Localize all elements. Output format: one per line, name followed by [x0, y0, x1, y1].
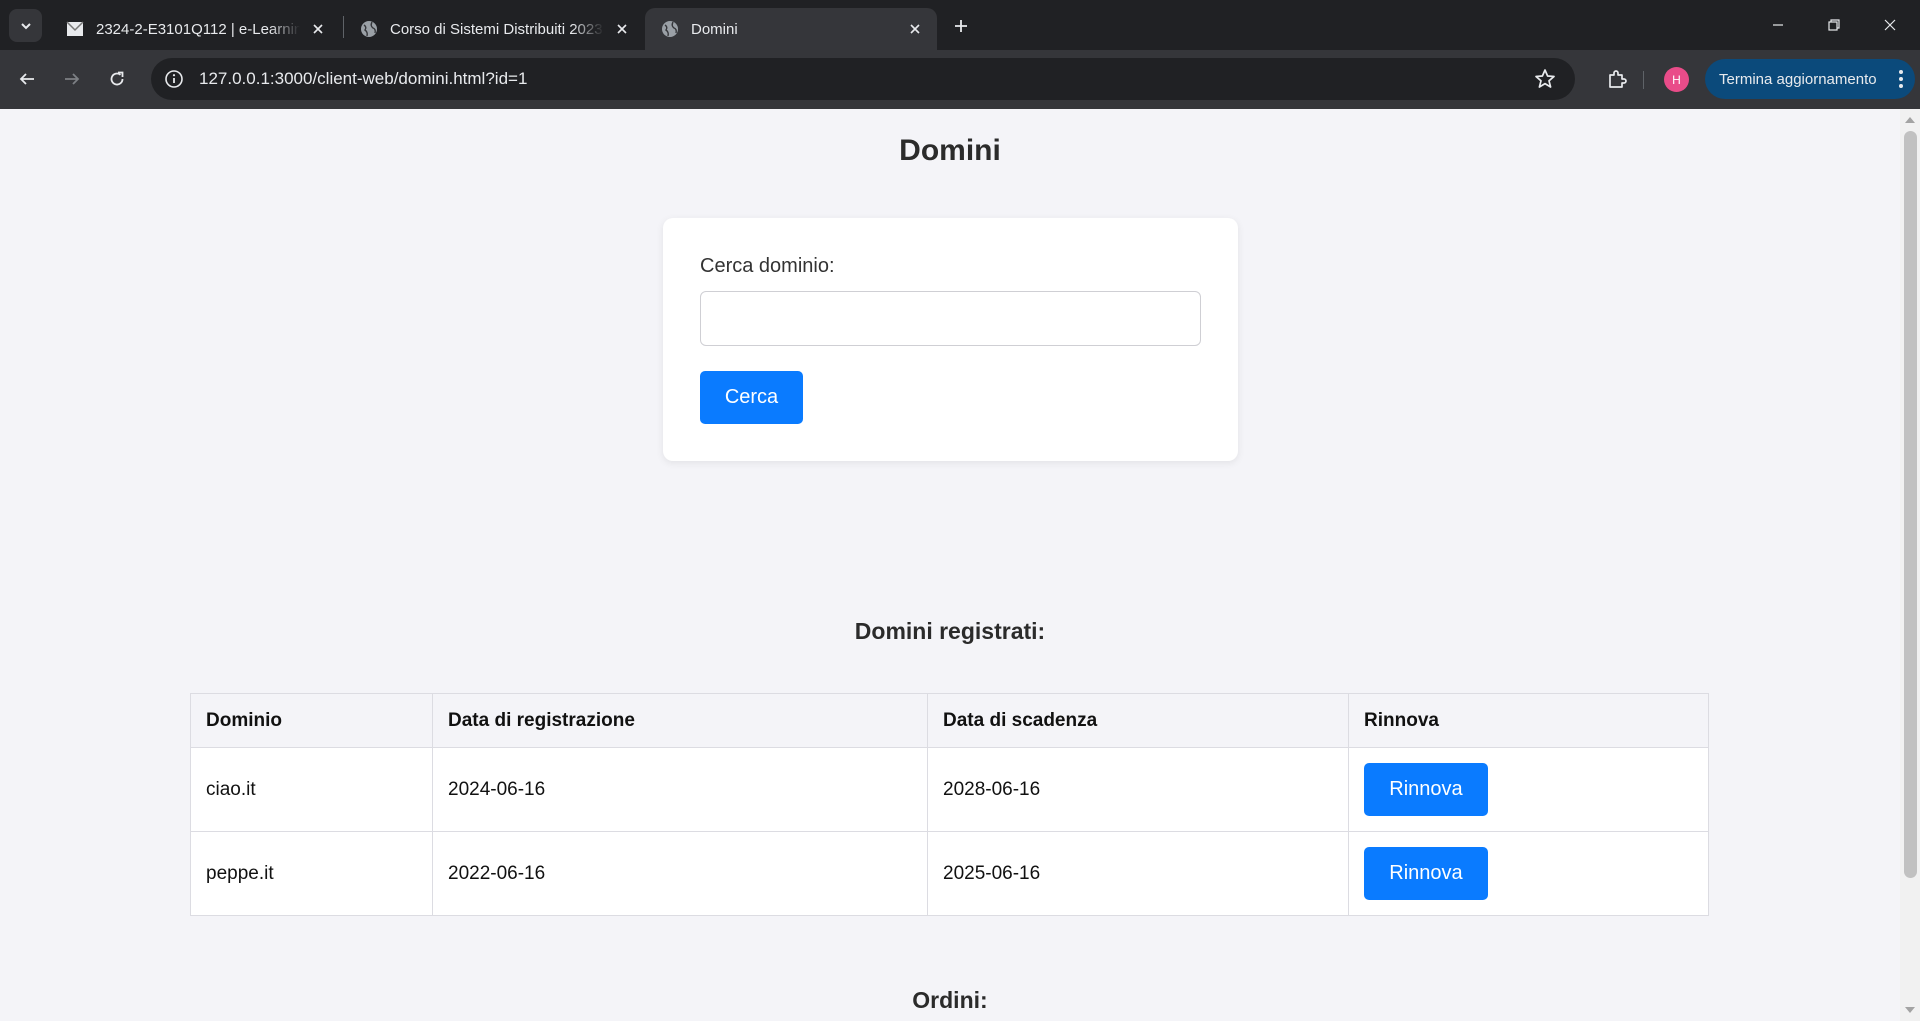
toolbar-divider: [1643, 71, 1644, 89]
registered-domains-title: Domini registrati:: [854, 618, 1046, 644]
scrollbar-thumb[interactable]: [1904, 131, 1917, 878]
expiry-date-cell: 2025-06-16: [927, 831, 1349, 916]
forward-button[interactable]: [55, 62, 89, 96]
page-content: Domini Cerca dominio: Cerca Domini regis…: [0, 109, 1900, 1021]
vertical-scrollbar[interactable]: [1900, 109, 1920, 1021]
minimize-icon: [1773, 24, 1783, 26]
registration-date-cell: 2022-06-16: [432, 831, 928, 916]
search-card: Cerca dominio: Cerca: [663, 218, 1238, 461]
tab-search-button[interactable]: [9, 9, 42, 42]
url-text[interactable]: 127.0.0.1:3000/client-web/domini.html?id…: [199, 69, 1533, 89]
arrow-right-icon: [65, 73, 80, 85]
scroll-down-arrow[interactable]: [1905, 1007, 1915, 1013]
scroll-up-arrow[interactable]: [1905, 117, 1915, 123]
domain-cell: ciao.it: [190, 747, 433, 832]
tab-sistemi-distribuiti[interactable]: Corso di Sistemi Distribuiti 2023: [344, 8, 644, 50]
renew-cell: Rinnova: [1348, 747, 1709, 832]
site-info-icon[interactable]: [163, 68, 185, 90]
globe-icon: [662, 21, 678, 37]
close-window-button[interactable]: [1862, 0, 1918, 50]
page-viewport: Domini Cerca dominio: Cerca Domini regis…: [0, 109, 1920, 1021]
search-button[interactable]: Cerca: [700, 371, 803, 424]
tab-close-button[interactable]: [610, 17, 634, 41]
renew-button[interactable]: Rinnova: [1364, 763, 1488, 816]
plus-icon: [955, 20, 967, 32]
browser-toolbar: 127.0.0.1:3000/client-web/domini.html?id…: [0, 50, 1920, 109]
domains-table: Dominio Data di registrazione Data di sc…: [190, 693, 1709, 916]
close-icon: [313, 24, 323, 34]
table-row: ciao.it 2024-06-16 2028-06-16 Rinnova: [190, 747, 1709, 832]
address-bar[interactable]: 127.0.0.1:3000/client-web/domini.html?id…: [151, 58, 1575, 100]
close-icon: [617, 24, 627, 34]
minimize-button[interactable]: [1750, 0, 1806, 50]
column-header-domain: Dominio: [190, 693, 433, 748]
star-icon[interactable]: [1533, 67, 1557, 91]
tab-title: Domini: [691, 20, 738, 38]
page-title: Domini: [899, 134, 1001, 167]
puzzle-icon: [1609, 70, 1627, 88]
column-header-registration-date: Data di registrazione: [432, 693, 928, 748]
close-icon: [910, 24, 920, 34]
tab-title: 2324-2-E3101Q112 | e-Learning: [96, 20, 300, 38]
arrow-left-icon: [19, 73, 34, 85]
globe-icon: [361, 21, 377, 37]
new-tab-button[interactable]: [947, 12, 975, 40]
tab-elearning[interactable]: 2324-2-E3101Q112 | e-Learning: [50, 8, 340, 50]
table-row: peppe.it 2022-06-16 2025-06-16 Rinnova: [190, 831, 1709, 916]
update-button[interactable]: Termina aggiornamento: [1705, 59, 1915, 99]
reload-button[interactable]: [100, 62, 134, 96]
column-header-expiry-date: Data di scadenza: [927, 693, 1349, 748]
column-header-renew: Rinnova: [1348, 693, 1709, 748]
table-header-row: Dominio Data di registrazione Data di sc…: [190, 693, 1709, 748]
extensions-button[interactable]: [1600, 62, 1634, 96]
tab-strip: 2324-2-E3101Q112 | e-Learning Corso di S…: [0, 0, 1920, 50]
tab-close-button[interactable]: [306, 17, 330, 41]
update-button-label: Termina aggiornamento: [1719, 70, 1877, 88]
close-icon: [1884, 19, 1896, 31]
renew-cell: Rinnova: [1348, 831, 1709, 916]
orders-title: Ordini:: [912, 987, 988, 1013]
reload-icon: [110, 71, 124, 86]
search-input[interactable]: [700, 291, 1201, 346]
renew-button[interactable]: Rinnova: [1364, 847, 1488, 900]
tab-title: Corso di Sistemi Distribuiti 2023: [390, 20, 603, 38]
profile-avatar[interactable]: H: [1664, 67, 1689, 92]
more-vert-icon: [1899, 70, 1903, 88]
back-button[interactable]: [10, 62, 44, 96]
mail-icon: [66, 21, 84, 36]
restore-button[interactable]: [1806, 0, 1862, 50]
chevron-down-icon: [20, 22, 31, 29]
expiry-date-cell: 2028-06-16: [927, 747, 1349, 832]
restore-icon: [1828, 19, 1840, 31]
domain-cell: peppe.it: [190, 831, 433, 916]
tab-domini[interactable]: Domini: [645, 8, 937, 50]
search-label: Cerca dominio:: [700, 255, 835, 277]
tab-close-button[interactable]: [903, 17, 927, 41]
registration-date-cell: 2024-06-16: [432, 747, 928, 832]
